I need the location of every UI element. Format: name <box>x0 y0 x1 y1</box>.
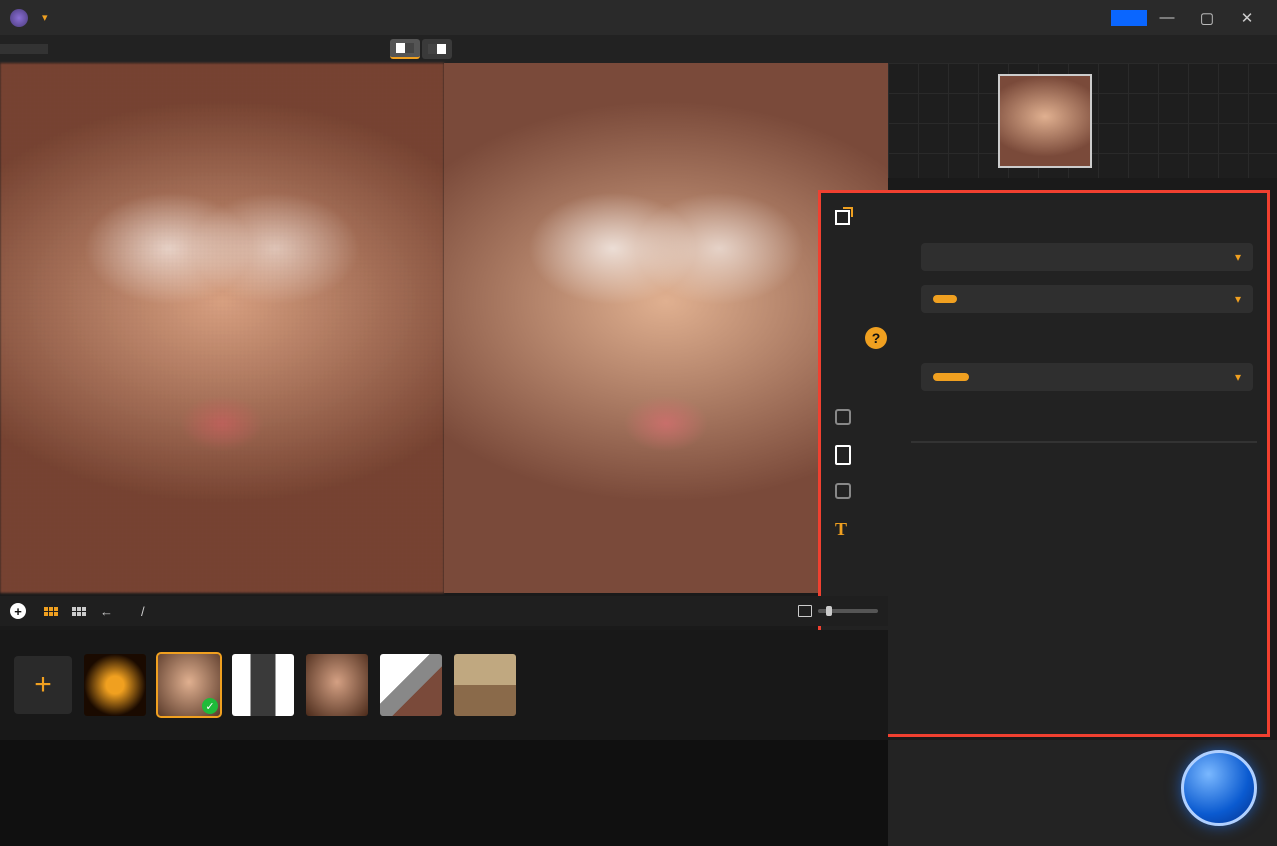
app-logo-icon <box>10 9 28 27</box>
title-bar: ▾ — ▢ ✕ <box>0 0 1277 35</box>
thumbnail[interactable] <box>380 654 442 716</box>
hardware-select[interactable]: ▾ <box>921 243 1253 271</box>
thumbnail[interactable] <box>84 654 146 716</box>
compare-bar <box>0 35 1277 63</box>
model-select[interactable]: ▾ <box>921 285 1253 313</box>
file-icon <box>835 445 851 465</box>
thumb-size-slider[interactable] <box>818 609 878 613</box>
add-image-button[interactable]: + <box>14 656 72 714</box>
thumbnail[interactable] <box>232 654 294 716</box>
chevron-down-icon: ▾ <box>1235 370 1241 384</box>
before-image[interactable] <box>0 63 444 593</box>
thumbnail-selected[interactable] <box>158 654 220 716</box>
grid-view-button[interactable] <box>44 607 58 616</box>
help-icon[interactable]: ? <box>865 327 887 349</box>
plus-icon: + <box>10 603 26 619</box>
maximize-button[interactable]: ▢ <box>1187 9 1227 27</box>
thumbnail[interactable] <box>454 654 516 716</box>
upscale-select[interactable]: ▾ <box>921 363 1253 391</box>
app-menu-chevron-icon[interactable]: ▾ <box>42 11 48 24</box>
two-pass-checkbox[interactable] <box>835 409 851 425</box>
footer-left <box>0 740 888 846</box>
upscale-icon <box>835 207 853 225</box>
upscale-dropdown <box>911 441 1257 443</box>
bottom-toolbar: + ← / <box>0 596 888 626</box>
add-button[interactable]: + <box>10 603 30 619</box>
split-view-right-button[interactable] <box>422 39 452 59</box>
nav-thumbnail[interactable] <box>998 74 1092 168</box>
list-view-button[interactable] <box>72 607 86 616</box>
thumbnail-strip: + <box>0 630 888 740</box>
before-tab[interactable] <box>0 44 48 54</box>
split-view-left-button[interactable] <box>390 39 420 59</box>
keep-checkbox[interactable] <box>835 483 851 499</box>
thumbnail[interactable] <box>306 654 368 716</box>
upscale-value <box>933 373 969 381</box>
close-button[interactable]: ✕ <box>1227 9 1267 27</box>
run-button[interactable] <box>1181 750 1257 826</box>
breadcrumb-sep: / <box>141 604 145 619</box>
minimize-button[interactable]: — <box>1147 9 1187 26</box>
model-pill <box>933 295 957 303</box>
home-button[interactable] <box>1111 10 1147 26</box>
chevron-down-icon: ▾ <box>1235 250 1241 264</box>
nav-thumb-strip[interactable] <box>888 63 1277 178</box>
chevron-down-icon: ▾ <box>1235 292 1241 306</box>
image-size-icon <box>798 605 812 617</box>
back-arrow-icon[interactable]: ← <box>100 604 113 619</box>
text-icon: T <box>835 519 847 540</box>
